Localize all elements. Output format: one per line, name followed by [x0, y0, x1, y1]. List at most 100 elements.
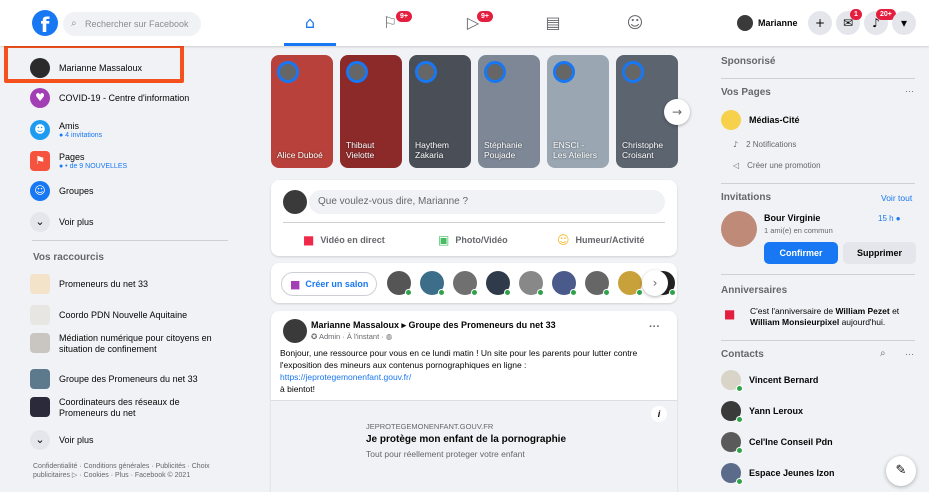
- contact-item[interactable]: Espace Jeunes Izon: [721, 461, 835, 485]
- live-video-button[interactable]: ■ Vidéo en direct: [303, 230, 385, 250]
- story-name: ENSCI - Les Ateliers: [553, 140, 597, 160]
- highlight-annotation-box: [4, 44, 184, 83]
- link-preview[interactable]: JEPROTEGEMONENFANT.GOUV.FR Je protège mo…: [271, 400, 677, 492]
- shortcut-item[interactable]: Promeneurs du net 33: [30, 272, 148, 296]
- live-video-label: Vidéo en direct: [320, 235, 385, 245]
- composer-divider: [283, 222, 665, 223]
- search-input[interactable]: ⌕ Rechercher sur Facebook: [63, 12, 201, 36]
- pages-badge: 9+: [396, 11, 412, 22]
- right-divider: [721, 78, 915, 79]
- photo-video-button[interactable]: ▣ Photo/Vidéo: [438, 230, 508, 250]
- avatar[interactable]: [519, 271, 544, 296]
- avatar[interactable]: [486, 271, 511, 296]
- contact-item[interactable]: Vincent Bernard: [721, 368, 818, 392]
- shortcut-label: Promeneurs du net 33: [59, 279, 149, 289]
- invite-mutual: 1 ami(e) en commun: [764, 226, 833, 235]
- sidebar-item-pages[interactable]: ⚑ Pages ● • de 9 NOUVELLES: [30, 147, 127, 175]
- page-notifications-item[interactable]: ♪ 2 Notifications: [733, 140, 796, 149]
- birthday-text[interactable]: C'est l'anniversaire de William Pezet et…: [750, 306, 920, 328]
- shortcuts-see-more[interactable]: ⌄ Voir plus: [30, 428, 94, 452]
- search-placeholder: Rechercher sur Facebook: [85, 19, 189, 29]
- top-navigation-bar: f ⌕ Rechercher sur Facebook ⌂ ⚐ 9+ ▷ 9+ …: [0, 0, 929, 46]
- shortcut-item[interactable]: Coordo PDN Nouvelle Aquitaine: [30, 303, 187, 327]
- story-card[interactable]: Alice Duboé: [271, 55, 333, 168]
- post-text: Bonjour, une ressource pour vous en ce l…: [280, 348, 638, 370]
- invite-time-label: 15 h: [878, 214, 894, 223]
- sidebar-item-friends[interactable]: ☻ Amis ● 4 invitations: [30, 116, 102, 144]
- post-link[interactable]: https://jeprotegemonenfant.gouv.fr/: [280, 371, 665, 383]
- feeling-activity-button[interactable]: ☺ Humeur/Activité: [557, 230, 645, 250]
- home-icon[interactable]: ⌂: [298, 12, 322, 34]
- create-promotion-item[interactable]: ◁ Créer une promotion: [733, 161, 821, 170]
- sidebar-item-label: Amis: [59, 121, 79, 131]
- story-card[interactable]: Thibaut Vielotte: [340, 55, 402, 168]
- confirm-button[interactable]: Confirmer: [764, 242, 838, 264]
- avatar: [415, 61, 437, 83]
- create-plus-icon[interactable]: +: [808, 11, 832, 35]
- sidebar-item-covid[interactable]: ♥ COVID-19 - Centre d'information: [30, 86, 189, 110]
- see-all-link[interactable]: Voir tout: [881, 193, 912, 203]
- shortcut-label: Groupe des Promeneurs du net 33: [59, 374, 198, 384]
- gift-icon: ■: [724, 307, 736, 321]
- new-message-edit-icon[interactable]: ✎: [886, 456, 916, 486]
- avatar: [721, 463, 743, 485]
- active-tab-indicator: [284, 43, 336, 46]
- bell-icon: ♪: [733, 140, 739, 149]
- sidebar-item-groups[interactable]: ☺ Groupes: [30, 179, 94, 203]
- rooms-next-arrow-icon[interactable]: ›: [642, 270, 668, 296]
- avatar[interactable]: [453, 271, 478, 296]
- delete-button[interactable]: Supprimer: [843, 242, 916, 264]
- profile-shortcut[interactable]: Marianne: [734, 12, 804, 34]
- friends-invitations-sub: ● 4 invitations: [59, 132, 103, 139]
- marketplace-icon[interactable]: ▤: [541, 12, 565, 34]
- avatar: [346, 61, 368, 83]
- avatar: [484, 61, 506, 83]
- avatar: [283, 190, 307, 214]
- account-menu-chevron-icon[interactable]: ▾: [892, 11, 916, 35]
- page-item-medias-cite[interactable]: Médias-Cité: [721, 108, 800, 132]
- avatar: [737, 15, 753, 31]
- avatar[interactable]: [552, 271, 577, 296]
- contact-name: Yann Leroux: [749, 406, 804, 416]
- birthday-name[interactable]: William Monsieurpixel: [750, 317, 839, 327]
- facebook-logo-icon[interactable]: f: [32, 10, 58, 37]
- invite-name[interactable]: Bour Virginie: [764, 213, 820, 223]
- post-closing: à bientot!: [280, 384, 315, 394]
- rooms-bar: ■ Créer un salon ›: [271, 263, 677, 303]
- shortcut-item[interactable]: Groupe des Promeneurs du net 33: [30, 367, 198, 391]
- groups-icon[interactable]: ☺: [623, 12, 647, 34]
- info-icon[interactable]: i: [651, 406, 667, 422]
- pages-more-icon[interactable]: ···: [905, 86, 914, 96]
- contacts-more-icon[interactable]: ···: [905, 349, 914, 359]
- sidebar-divider: [32, 240, 228, 241]
- page-name: Médias-Cité: [749, 115, 800, 125]
- live-video-icon: ■: [303, 233, 315, 247]
- stories-next-arrow-icon[interactable]: →: [664, 99, 690, 125]
- post-author[interactable]: Marianne Massaloux ▸ Groupe des Promeneu…: [311, 320, 556, 331]
- avatar[interactable]: [721, 211, 757, 247]
- sidebar-item-label: Voir plus: [59, 435, 94, 445]
- story-card[interactable]: ENSCI - Les Ateliers: [547, 55, 609, 168]
- contact-item[interactable]: Cel'Ine Conseil Pdn: [721, 430, 833, 454]
- messenger-badge: 1: [850, 9, 862, 20]
- avatar[interactable]: [585, 271, 610, 296]
- contact-item[interactable]: Yann Leroux: [721, 399, 803, 423]
- avatar[interactable]: [420, 271, 445, 296]
- shortcut-item[interactable]: Coordinateurs des réseaux de Promeneurs …: [30, 397, 224, 423]
- avatar: [553, 61, 575, 83]
- story-card[interactable]: Haythem Zakaria: [409, 55, 471, 168]
- sidebar-see-more[interactable]: ⌄ Voir plus: [30, 210, 94, 234]
- story-name: Stéphanie Poujade: [484, 140, 523, 160]
- story-card[interactable]: Stéphanie Poujade: [478, 55, 540, 168]
- avatar[interactable]: [387, 271, 412, 296]
- composer-input[interactable]: Que voulez-vous dire, Marianne ?: [309, 190, 665, 214]
- contacts-search-icon[interactable]: ⌕: [880, 348, 886, 359]
- avatar[interactable]: [283, 319, 307, 343]
- profile-name: Marianne: [758, 18, 798, 28]
- birthday-name[interactable]: William Pezet: [835, 306, 889, 316]
- avatar[interactable]: [618, 271, 643, 296]
- post-menu-more-icon[interactable]: ···: [649, 321, 660, 333]
- stories-tray: Alice Duboé Thibaut Vielotte Haythem Zak…: [271, 55, 678, 168]
- shortcut-item[interactable]: Médiation numérique pour citoyens en sit…: [30, 333, 224, 359]
- create-room-button[interactable]: ■ Créer un salon: [281, 272, 378, 296]
